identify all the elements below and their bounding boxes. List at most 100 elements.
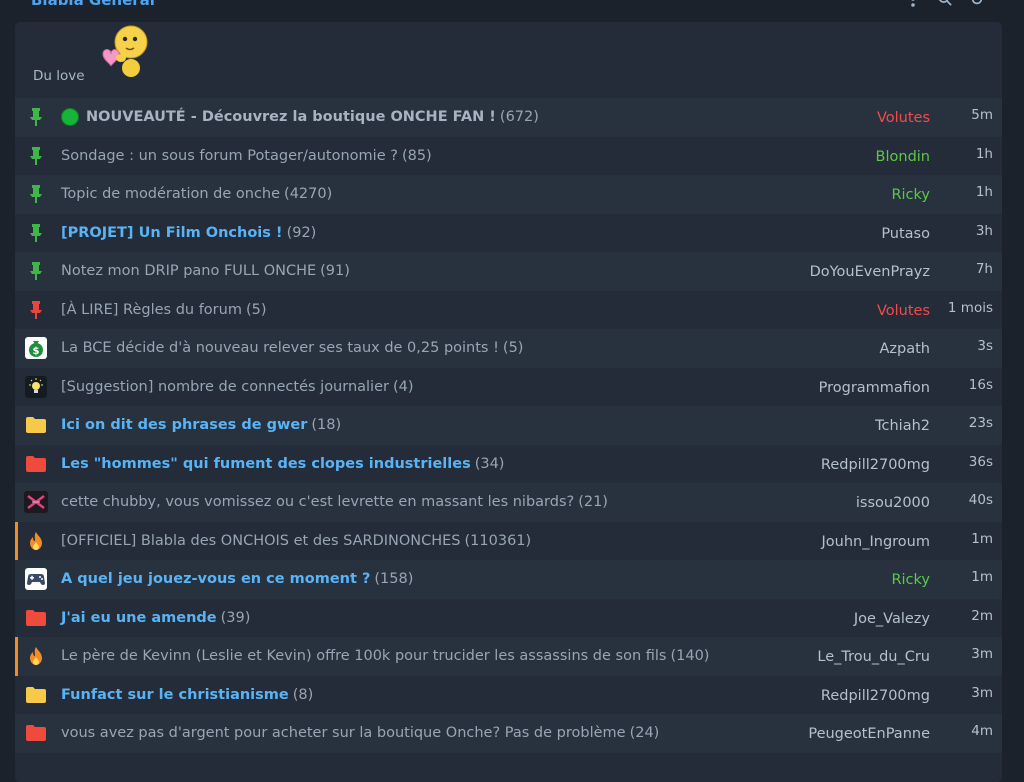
topic-last-time[interactable]: 3m [971, 685, 993, 701]
topic-title-wrap: J'ai eu une amende (39) [61, 599, 250, 637]
topic-row[interactable]: NOUVEAUTÉ - Découvrez la boutique ONCHE … [15, 98, 1002, 137]
topic-last-author[interactable]: Azpath [880, 341, 931, 357]
topic-last-time[interactable]: 7h [976, 261, 993, 277]
topic-row[interactable]: Les "hommes" qui fument des clopes indus… [15, 444, 1002, 483]
topic-row[interactable]: Funfact sur le christianisme (8) Redpill27… [15, 675, 1002, 714]
topic-last-author[interactable]: Tchiah2 [875, 418, 930, 434]
topic-title-wrap: NOUVEAUTÉ - Découvrez la boutique ONCHE … [61, 98, 539, 136]
pin-red-icon [24, 299, 48, 321]
topic-last-time[interactable]: 1m [971, 531, 993, 547]
topic-row[interactable]: [À LIRE] Règles du forum (5) Volutes 1 mois [15, 290, 1002, 329]
topic-title-link[interactable]: Funfact sur le christianisme [61, 687, 289, 703]
topic-title-wrap: Ici on dit des phrases de gwer (18) [61, 406, 341, 444]
pin-green-icon [24, 183, 48, 205]
topic-last-time[interactable]: 3m [971, 646, 993, 662]
topic-last-time[interactable]: 16s [969, 377, 993, 393]
topic-row[interactable]: J'ai eu une amende (39) Joe_Valezy 2m [15, 598, 1002, 637]
topic-last-time[interactable]: 1h [976, 184, 993, 200]
topic-title-link[interactable]: Topic de modération de onche [61, 186, 280, 202]
topic-reply-count: (5) [245, 301, 267, 318]
topic-title-link[interactable]: La BCE décide d'à nouveau relever ses ta… [61, 340, 499, 356]
topic-last-author[interactable]: Putaso [881, 226, 930, 242]
topic-title-link[interactable]: Ici on dit des phrases de gwer [61, 417, 307, 433]
topic-last-time[interactable]: 1 mois [948, 300, 993, 316]
topic-last-author[interactable]: DoYouEvenPrayz [810, 264, 930, 280]
forum-description-area: Du love [15, 22, 1002, 98]
topic-row[interactable]: Ici on dit des phrases de gwer (18) Tchiah… [15, 406, 1002, 445]
topic-last-time[interactable]: 2m [971, 608, 993, 624]
topic-reply-count: (8) [292, 686, 314, 703]
topic-last-author[interactable]: Volutes [877, 303, 930, 319]
gamepad-icon [24, 568, 48, 590]
topic-row[interactable]: vous avez pas d'argent pour acheter sur … [15, 714, 1002, 753]
topic-title-wrap: La BCE décide d'à nouveau relever ses ta… [61, 329, 523, 367]
topic-title-link[interactable]: Les "hommes" qui fument des clopes indus… [61, 456, 471, 472]
topic-reply-count: (4) [392, 378, 414, 395]
topic-row[interactable]: cette chubby, vous vomissez ou c'est lev… [15, 483, 1002, 522]
topic-last-time[interactable]: 1m [971, 569, 993, 585]
topic-title-wrap: A quel jeu jouez-vous en ce moment ? (158… [61, 560, 413, 598]
topic-title-wrap: Notez mon DRIP pano FULL ONCHE (91) [61, 252, 350, 290]
fire-icon [24, 645, 48, 667]
topic-last-time[interactable]: 4m [971, 723, 993, 739]
green-circle-icon [61, 108, 79, 126]
topic-last-time[interactable]: 23s [969, 415, 993, 431]
topic-last-author[interactable]: Ricky [891, 572, 930, 588]
topic-last-author[interactable]: Blondin [876, 149, 930, 165]
topic-row[interactable]: $ La BCE décide d'à nouveau relever ses t… [15, 329, 1002, 368]
forum-title[interactable]: Blabla Général [31, 0, 155, 9]
topic-reply-count: (5) [502, 340, 524, 356]
topic-last-time[interactable]: 3h [976, 223, 993, 239]
topic-last-author[interactable]: Volutes [877, 110, 930, 126]
topic-row[interactable]: [OFFICIEL] Blabla des ONCHOIS et des SAR… [15, 521, 1002, 560]
topic-title-link[interactable]: A quel jeu jouez-vous en ce moment ? [61, 571, 370, 587]
topic-title-link[interactable]: [À LIRE] Règles du forum [61, 302, 242, 318]
topic-title-link[interactable]: [Suggestion] nombre de connectés journal… [61, 379, 389, 395]
topic-reply-count: (672) [499, 109, 539, 125]
topic-row[interactable]: Le père de Kevinn (Leslie et Kevin) offr… [15, 637, 1002, 676]
topic-reply-count: (39) [220, 609, 251, 626]
topic-title-link[interactable]: Sondage : un sous forum Potager/autonomi… [61, 148, 398, 164]
topic-title-link[interactable]: [OFFICIEL] Blabla des ONCHOIS et des SAR… [61, 533, 461, 549]
search-icon[interactable] [938, 0, 952, 8]
topic-last-time[interactable]: 5m [971, 107, 993, 123]
topic-last-time[interactable]: 40s [969, 492, 993, 508]
topic-row[interactable]: Notez mon DRIP pano FULL ONCHE (91) DoYouE… [15, 252, 1002, 291]
topic-title-link[interactable]: J'ai eu une amende [61, 610, 217, 626]
topic-title-wrap: Le père de Kevinn (Leslie et Kevin) offr… [61, 637, 709, 675]
topic-title-link[interactable]: Le père de Kevinn (Leslie et Kevin) offr… [61, 648, 666, 664]
topic-row[interactable]: Topic de modération de onche (4270) Ricky 1… [15, 175, 1002, 214]
forum-description: Du love [33, 68, 85, 84]
topic-last-author[interactable]: Redpill2700mg [821, 688, 930, 704]
topic-last-author[interactable]: Jouhn_Ingroum [822, 534, 930, 550]
topic-last-time[interactable]: 36s [969, 454, 993, 470]
topic-reply-count: (140) [670, 648, 710, 664]
topic-last-time[interactable]: 1h [976, 146, 993, 162]
topic-reply-count: (92) [286, 224, 317, 241]
topic-last-author[interactable]: Redpill2700mg [821, 457, 930, 473]
topic-title-link[interactable]: [PROJET] Un Film Onchois ! [61, 225, 283, 241]
topic-title-wrap: Sondage : un sous forum Potager/autonomi… [61, 137, 432, 175]
topic-reply-count: (18) [311, 417, 342, 433]
topic-last-author[interactable]: issou2000 [856, 495, 930, 511]
topic-title-wrap: [À LIRE] Règles du forum (5) [61, 291, 267, 329]
refresh-icon[interactable] [970, 0, 984, 8]
topic-last-author[interactable]: Le_Trou_du_Cru [817, 649, 930, 665]
more-vertical-icon[interactable] [906, 0, 920, 8]
topic-last-author[interactable]: Programmafion [819, 380, 930, 396]
topic-row[interactable]: [PROJET] Un Film Onchois ! (92) Putaso 3h [15, 213, 1002, 252]
topic-last-author[interactable]: Ricky [891, 187, 930, 203]
topic-last-time[interactable]: 3s [977, 338, 993, 354]
topic-reply-count: (158) [374, 571, 414, 587]
topic-title-link[interactable]: vous avez pas d'argent pour acheter sur … [61, 725, 626, 741]
topic-last-author[interactable]: PeugeotEnPanne [808, 726, 930, 742]
topic-row[interactable]: [Suggestion] nombre de connectés journal… [15, 367, 1002, 406]
topic-row[interactable]: A quel jeu jouez-vous en ce moment ? (158… [15, 560, 1002, 599]
topic-title-wrap: Les "hommes" qui fument des clopes indus… [61, 445, 504, 483]
topic-last-author[interactable]: Joe_Valezy [854, 611, 930, 627]
money-bag-icon: $ [24, 337, 48, 359]
topic-title-link[interactable]: NOUVEAUTÉ - Découvrez la boutique ONCHE … [86, 109, 496, 125]
topic-title-link[interactable]: cette chubby, vous vomissez ou c'est lev… [61, 494, 574, 510]
topic-row[interactable]: Sondage : un sous forum Potager/autonomi… [15, 136, 1002, 175]
topic-title-link[interactable]: Notez mon DRIP pano FULL ONCHE [61, 263, 316, 279]
